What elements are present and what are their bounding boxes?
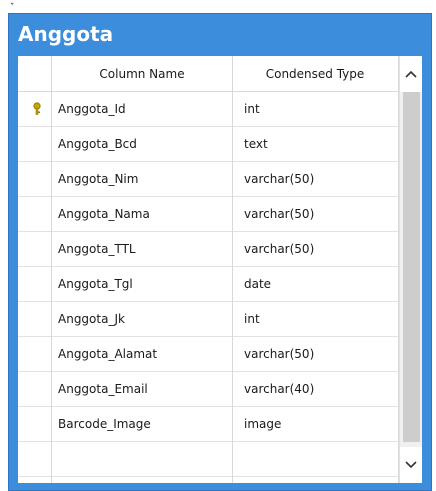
scrollbar-thumb[interactable] xyxy=(403,92,420,442)
corner-mark: ˇ xyxy=(10,3,15,13)
scroll-down-button[interactable] xyxy=(400,447,422,483)
table-row[interactable]: Barcode_Image image xyxy=(18,407,398,442)
table-row[interactable]: Anggota_Tgl date xyxy=(18,267,398,302)
column-divider xyxy=(232,56,233,483)
condensed-type-cell[interactable]: image xyxy=(244,407,281,442)
condensed-type-header[interactable]: Condensed Type xyxy=(232,56,398,92)
key-icon xyxy=(33,102,41,115)
column-name-header[interactable]: Column Name xyxy=(52,56,232,92)
condensed-type-cell[interactable]: text xyxy=(244,127,268,162)
table-row[interactable]: Anggota_TTL varchar(50) xyxy=(18,232,398,267)
column-name-cell[interactable]: Anggota_Id xyxy=(58,92,126,127)
table-row[interactable]: Anggota_Nim varchar(50) xyxy=(18,162,398,197)
column-name-cell[interactable]: Anggota_Alamat xyxy=(58,337,157,372)
condensed-type-cell[interactable]: varchar(50) xyxy=(244,197,314,232)
table-title[interactable]: Anggota xyxy=(18,14,113,54)
table-row[interactable] xyxy=(18,442,398,477)
column-name-cell[interactable]: Anggota_Jk xyxy=(58,302,125,337)
column-name-cell[interactable]: Anggota_Tgl xyxy=(58,267,133,302)
row-selector-header xyxy=(18,56,52,92)
scroll-up-button[interactable] xyxy=(400,56,422,92)
table-row[interactable]: Anggota_Bcd text xyxy=(18,127,398,162)
page: ˇ Anggota Column Name Condensed Type Ang… xyxy=(0,0,436,491)
chevron-up-icon xyxy=(405,70,417,78)
column-name-cell[interactable]: Anggota_TTL xyxy=(58,232,136,267)
table-row[interactable]: Anggota_Nama varchar(50) xyxy=(18,197,398,232)
column-name-cell[interactable]: Barcode_Image xyxy=(58,407,151,442)
vertical-scrollbar[interactable] xyxy=(399,56,422,483)
condensed-type-cell[interactable]: varchar(50) xyxy=(244,162,314,197)
column-divider xyxy=(51,56,52,483)
table-row[interactable]: Anggota_Alamat varchar(50) xyxy=(18,337,398,372)
columns-grid: Column Name Condensed Type Anggota_Id int… xyxy=(18,56,422,483)
condensed-type-cell[interactable]: int xyxy=(244,92,260,127)
condensed-type-cell[interactable]: varchar(50) xyxy=(244,337,314,372)
condensed-type-cell[interactable]: date xyxy=(244,267,271,302)
grid-header: Column Name Condensed Type xyxy=(18,56,398,92)
column-name-cell[interactable]: Anggota_Email xyxy=(58,372,148,407)
condensed-type-cell[interactable]: int xyxy=(244,302,260,337)
condensed-type-cell[interactable]: varchar(50) xyxy=(244,232,314,267)
table-row[interactable]: Anggota_Id int xyxy=(18,92,398,127)
table-row[interactable]: Anggota_Email varchar(40) xyxy=(18,372,398,407)
condensed-type-cell[interactable]: varchar(40) xyxy=(244,372,314,407)
chevron-down-icon xyxy=(405,461,417,469)
column-name-cell[interactable]: Anggota_Bcd xyxy=(58,127,137,162)
table-row[interactable]: Anggota_Jk int xyxy=(18,302,398,337)
column-name-cell[interactable]: Anggota_Nama xyxy=(58,197,150,232)
column-name-cell[interactable]: Anggota_Nim xyxy=(58,162,138,197)
